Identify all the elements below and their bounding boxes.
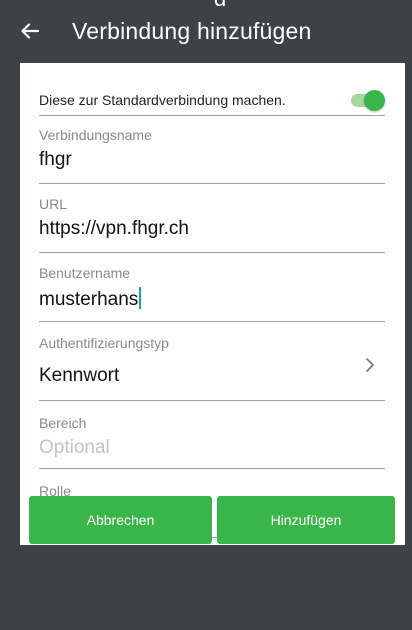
toggle-thumb	[364, 90, 385, 111]
arrow-left-icon	[21, 23, 40, 39]
divider	[39, 400, 385, 401]
url-input[interactable]: https://vpn.fhgr.ch	[39, 218, 369, 240]
realm-label: Bereich	[39, 415, 87, 431]
back-button[interactable]	[8, 9, 52, 53]
divider	[39, 115, 385, 116]
realm-input[interactable]	[39, 437, 369, 459]
add-button[interactable]: Hinzufügen	[217, 496, 395, 544]
default-connection-toggle[interactable]	[349, 89, 385, 111]
url-label: URL	[39, 196, 68, 212]
text-cursor	[139, 287, 142, 309]
app-bar: Verbindung hinzufügen	[0, 6, 412, 56]
default-connection-label: Diese zur Standardverbindung machen.	[39, 92, 286, 108]
connection-form: Diese zur Standardverbindung machen. Ver…	[20, 63, 405, 545]
divider	[39, 468, 385, 469]
cancel-button[interactable]: Abbrechen	[29, 496, 212, 544]
username-input-wrap[interactable]: musterhans	[39, 287, 369, 311]
divider	[39, 252, 385, 253]
url-field[interactable]: URL https://vpn.fhgr.ch	[39, 196, 385, 240]
username-input[interactable]: musterhans	[39, 289, 138, 310]
connection-name-input[interactable]: fhgr	[39, 149, 369, 171]
realm-field[interactable]: Bereich	[39, 415, 385, 459]
connection-name-field[interactable]: Verbindungsname fhgr	[39, 127, 385, 171]
page-title: Verbindung hinzufügen	[72, 17, 312, 44]
username-field[interactable]: Benutzername musterhans	[39, 265, 385, 311]
auth-type-label: Authentifizierungstyp	[39, 335, 169, 351]
default-connection-row: Diese zur Standardverbindung machen.	[39, 85, 385, 115]
divider	[39, 183, 385, 184]
username-label: Benutzername	[39, 265, 131, 281]
auth-type-selector[interactable]: Authentifizierungstyp Kennwort	[39, 335, 385, 399]
chevron-right-icon	[366, 358, 374, 372]
connection-name-label: Verbindungsname	[39, 127, 152, 143]
auth-type-value: Kennwort	[39, 365, 120, 386]
divider	[39, 321, 385, 322]
